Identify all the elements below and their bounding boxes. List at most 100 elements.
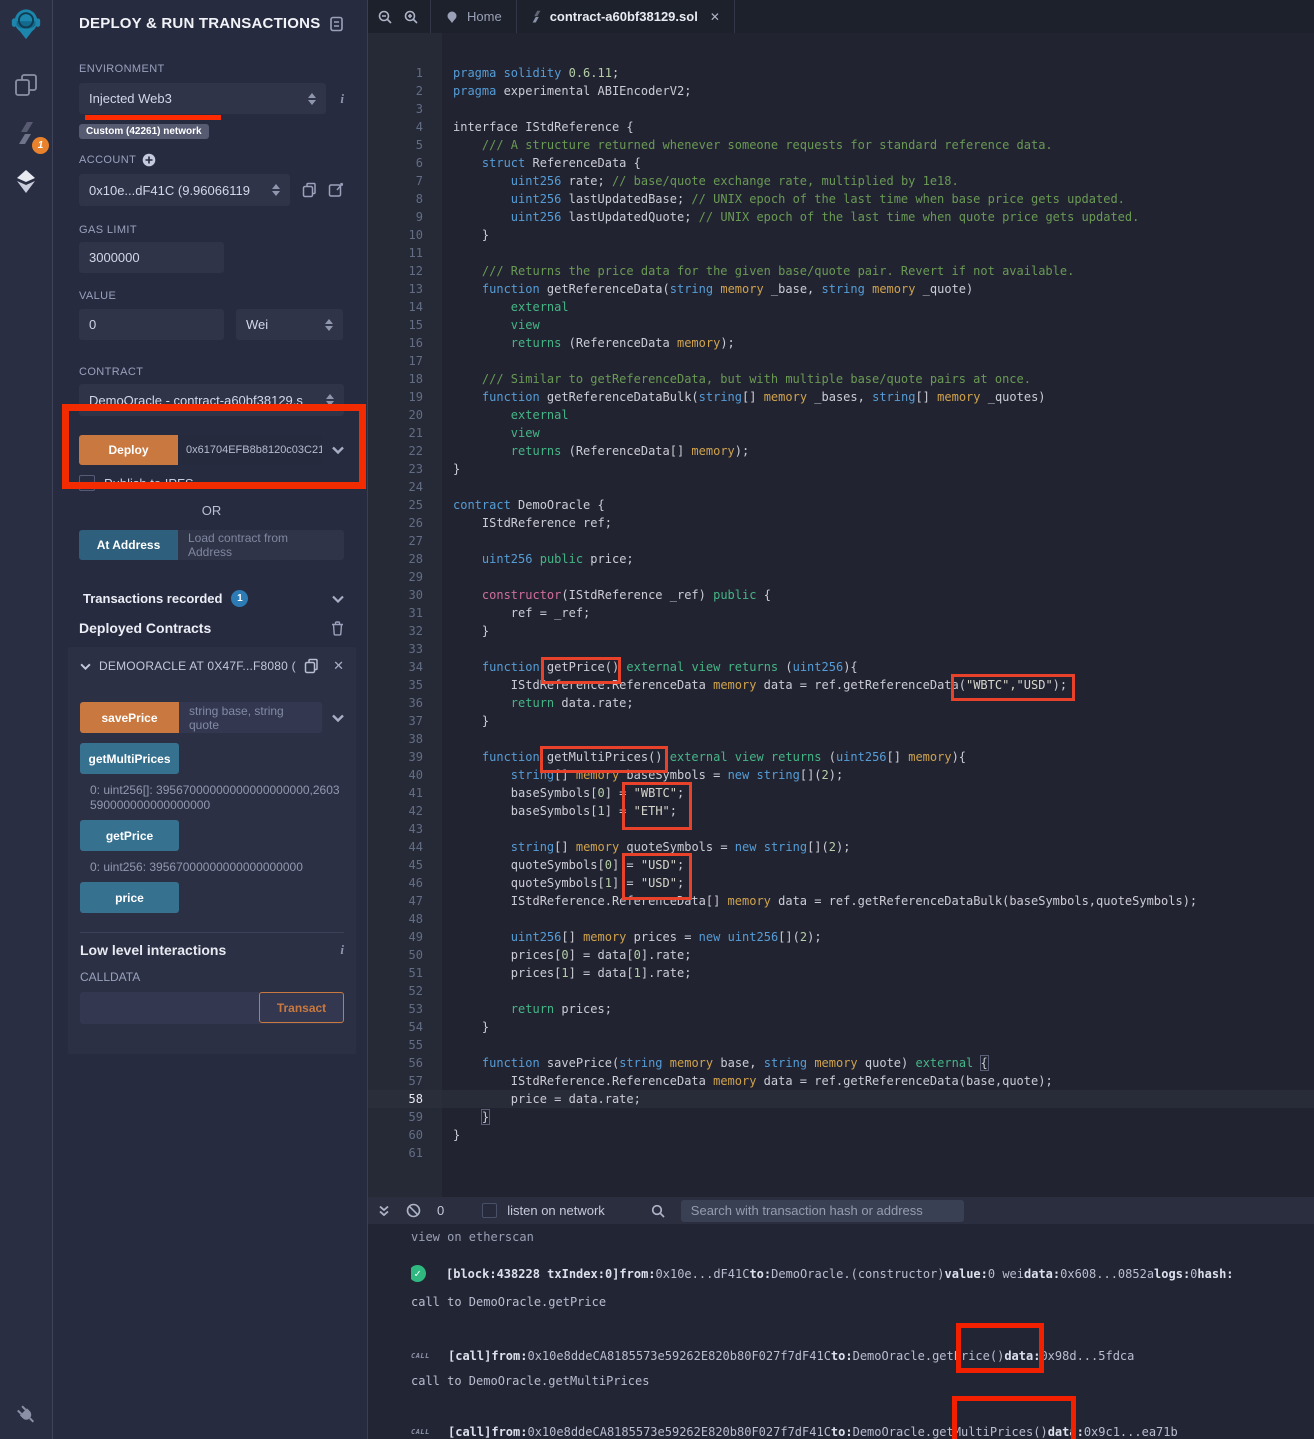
- zoom-in-icon[interactable]: [404, 10, 418, 24]
- code-line-58[interactable]: 58 price = data.rate;: [368, 1090, 1314, 1108]
- code-line-32[interactable]: 32 }: [368, 622, 1314, 640]
- code-line-11[interactable]: 11: [368, 244, 1314, 262]
- terminal-row-plain[interactable]: call to DemoOracle.getPrice: [411, 1295, 1314, 1309]
- code-line-60[interactable]: 60}: [368, 1126, 1314, 1144]
- environment-info-icon[interactable]: i: [340, 91, 344, 107]
- code-line-56[interactable]: 56 function savePrice(string memory base…: [368, 1054, 1314, 1072]
- terminal-row-plain[interactable]: call to DemoOracle.getMultiPrices: [411, 1374, 1314, 1388]
- code-line-23[interactable]: 23}: [368, 460, 1314, 478]
- code-line-29[interactable]: 29: [368, 568, 1314, 586]
- code-line-31[interactable]: 31 ref = _ref;: [368, 604, 1314, 622]
- code-line-27[interactable]: 27: [368, 532, 1314, 550]
- code-line-28[interactable]: 28 uint256 public price;: [368, 550, 1314, 568]
- contract-select[interactable]: DemoOracle - contract-a60bf38129.s: [79, 384, 344, 416]
- add-account-icon[interactable]: [142, 153, 156, 167]
- code-line-13[interactable]: 13 function getReferenceData(string memo…: [368, 280, 1314, 298]
- code-line-50[interactable]: 50 prices[0] = data[0].rate;: [368, 946, 1314, 964]
- clear-console-icon[interactable]: [406, 1203, 421, 1218]
- code-line-25[interactable]: 25contract DemoOracle {: [368, 496, 1314, 514]
- code-line-51[interactable]: 51 prices[1] = data[1].rate;: [368, 964, 1314, 982]
- value-unit-select[interactable]: Wei: [236, 309, 343, 340]
- code-line-15[interactable]: 15 view: [368, 316, 1314, 334]
- code-line-30[interactable]: 30 constructor(IStdReference _ref) publi…: [368, 586, 1314, 604]
- value-input[interactable]: 0: [79, 309, 224, 340]
- remix-logo-icon[interactable]: [9, 8, 43, 42]
- account-select[interactable]: 0x10e...dF41C (9.96066119: [79, 174, 290, 206]
- sign-message-icon[interactable]: [328, 182, 344, 198]
- deploy-arg-input[interactable]: 0x61704EFB8b8120c03C21: [178, 435, 322, 465]
- solidity-compiler-icon[interactable]: 1: [9, 116, 43, 150]
- code-line-49[interactable]: 49 uint256[] memory prices = new uint256…: [368, 928, 1314, 946]
- code-line-17[interactable]: 17: [368, 352, 1314, 370]
- code-line-54[interactable]: 54 }: [368, 1018, 1314, 1036]
- code-line-9[interactable]: 9 uint256 lastUpdatedQuote; // UNIX epoc…: [368, 208, 1314, 226]
- low-level-info-icon[interactable]: i: [340, 942, 344, 958]
- copy-account-icon[interactable]: [302, 182, 317, 198]
- code-line-7[interactable]: 7 uint256 rate; // base/quote exchange r…: [368, 172, 1314, 190]
- code-line-40[interactable]: 40 string[] memory baseSymbols = new str…: [368, 766, 1314, 784]
- gas-limit-input[interactable]: 3000000: [79, 242, 224, 273]
- environment-select[interactable]: Injected Web3: [79, 83, 326, 114]
- code-line-61[interactable]: 61: [368, 1144, 1314, 1162]
- code-line-42[interactable]: 42 baseSymbols[1] = "ETH";: [368, 802, 1314, 820]
- saveprice-expand-icon[interactable]: [322, 714, 344, 722]
- code-line-46[interactable]: 46 quoteSymbols[1] = "USD";: [368, 874, 1314, 892]
- at-address-button[interactable]: At Address: [79, 530, 178, 560]
- code-line-16[interactable]: 16 returns (ReferenceData memory);: [368, 334, 1314, 352]
- code-line-22[interactable]: 22 returns (ReferenceData[] memory);: [368, 442, 1314, 460]
- code-line-55[interactable]: 55: [368, 1036, 1314, 1054]
- code-line-10[interactable]: 10 }: [368, 226, 1314, 244]
- getmultiprices-button[interactable]: getMultiPrices: [80, 743, 179, 774]
- code-line-52[interactable]: 52: [368, 982, 1314, 1000]
- etherscan-link[interactable]: view on etherscan: [411, 1230, 1314, 1244]
- copy-contract-icon[interactable]: [304, 658, 319, 674]
- transact-button[interactable]: Transact: [259, 992, 344, 1023]
- code-line-1[interactable]: 1pragma solidity 0.6.11;: [368, 64, 1314, 82]
- code-line-57[interactable]: 57 IStdReference.ReferenceData memory da…: [368, 1072, 1314, 1090]
- price-button[interactable]: price: [80, 882, 179, 913]
- tab-contract-file[interactable]: contract-a60bf38129.sol ✕: [516, 0, 735, 33]
- getprice-button[interactable]: getPrice: [80, 820, 179, 851]
- code-editor[interactable]: 1pragma solidity 0.6.11;2pragma experime…: [368, 33, 1314, 1197]
- code-line-33[interactable]: 33: [368, 640, 1314, 658]
- terminal-row-call[interactable]: CALL[call] from: 0x10e8ddeCA8185573e5926…: [411, 1425, 1314, 1439]
- terminal-expand-icon[interactable]: [378, 1205, 390, 1217]
- code-line-34[interactable]: 34 function getPrice() external view ret…: [368, 658, 1314, 676]
- file-explorer-icon[interactable]: [9, 68, 43, 102]
- code-line-6[interactable]: 6 struct ReferenceData {: [368, 154, 1314, 172]
- code-line-2[interactable]: 2pragma experimental ABIEncoderV2;: [368, 82, 1314, 100]
- close-tab-icon[interactable]: ✕: [710, 10, 720, 24]
- code-line-26[interactable]: 26 IStdReference ref;: [368, 514, 1314, 532]
- code-line-20[interactable]: 20 external: [368, 406, 1314, 424]
- at-address-input[interactable]: Load contract from Address: [178, 530, 344, 560]
- remove-contract-icon[interactable]: ✕: [333, 658, 344, 674]
- code-line-47[interactable]: 47 IStdReference.ReferenceData[] memory …: [368, 892, 1314, 910]
- code-line-24[interactable]: 24: [368, 478, 1314, 496]
- code-line-45[interactable]: 45 quoteSymbols[0] = "USD";: [368, 856, 1314, 874]
- code-line-19[interactable]: 19 function getReferenceDataBulk(string[…: [368, 388, 1314, 406]
- code-line-35[interactable]: 35 IStdReference.ReferenceData memory da…: [368, 676, 1314, 694]
- code-line-4[interactable]: 4interface IStdReference {: [368, 118, 1314, 136]
- code-line-41[interactable]: 41 baseSymbols[0] = "WBTC";: [368, 784, 1314, 802]
- code-line-44[interactable]: 44 string[] memory quoteSymbols = new st…: [368, 838, 1314, 856]
- zoom-out-icon[interactable]: [378, 10, 392, 24]
- terminal-row-call[interactable]: CALL[call] from: 0x10e8ddeCA8185573e5926…: [411, 1349, 1314, 1363]
- code-line-43[interactable]: 43: [368, 820, 1314, 838]
- code-line-3[interactable]: 3: [368, 100, 1314, 118]
- deploy-run-icon[interactable]: [9, 164, 43, 198]
- code-line-36[interactable]: 36 return data.rate;: [368, 694, 1314, 712]
- documentation-icon[interactable]: [329, 16, 344, 32]
- code-line-53[interactable]: 53 return prices;: [368, 1000, 1314, 1018]
- deploy-expand-icon[interactable]: [322, 446, 344, 454]
- code-line-5[interactable]: 5 /// A structure returned whenever some…: [368, 136, 1314, 154]
- contract-collapse-icon[interactable]: [80, 663, 91, 670]
- code-line-48[interactable]: 48: [368, 910, 1314, 928]
- deploy-button[interactable]: Deploy: [79, 435, 178, 465]
- saveprice-button[interactable]: savePrice: [80, 702, 179, 733]
- publish-ipfs-checkbox[interactable]: [79, 475, 95, 491]
- tab-home[interactable]: Home: [430, 0, 516, 33]
- code-line-38[interactable]: 38: [368, 730, 1314, 748]
- listen-network-checkbox[interactable]: [482, 1203, 497, 1218]
- transactions-expand-icon[interactable]: [332, 595, 344, 603]
- code-line-39[interactable]: 39 function getMultiPrices() external vi…: [368, 748, 1314, 766]
